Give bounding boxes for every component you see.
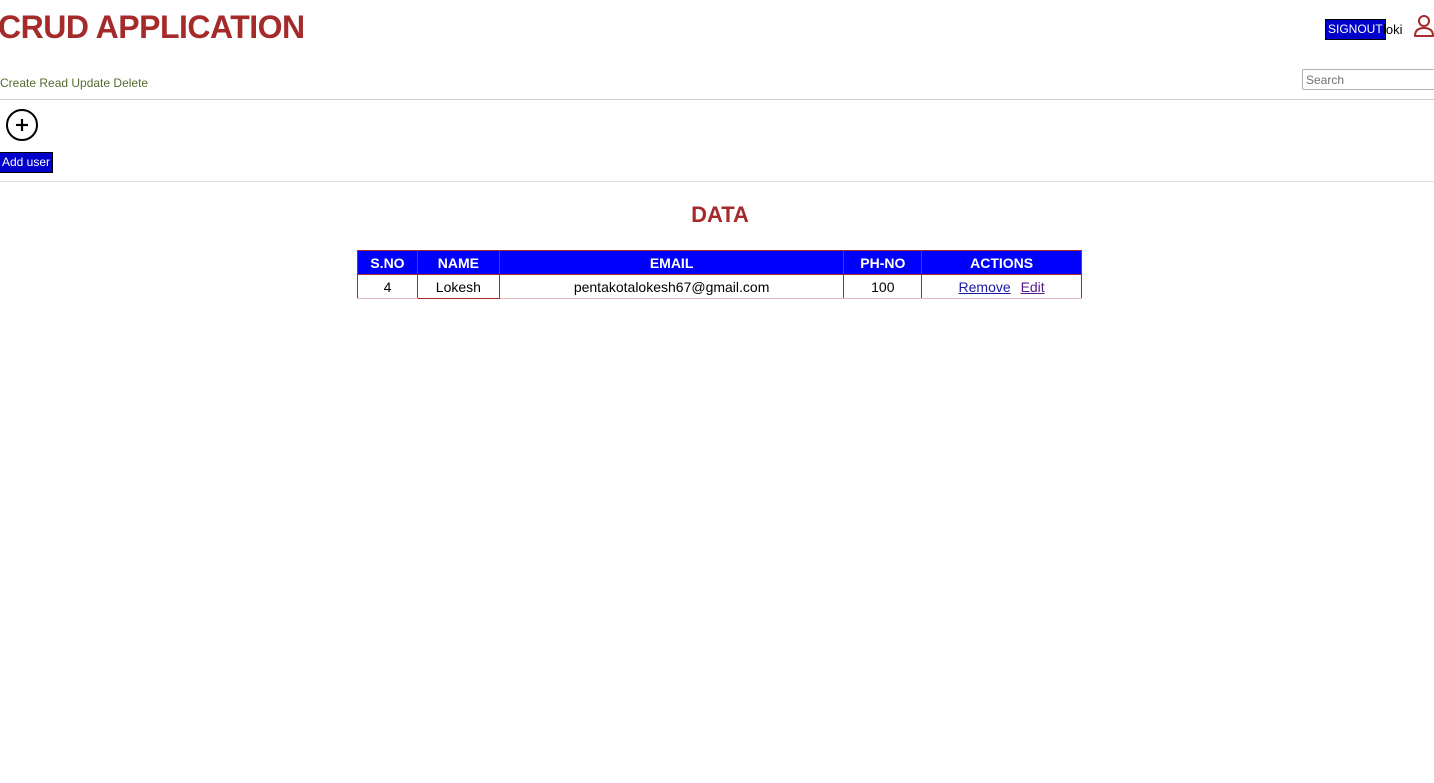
edit-link[interactable]: Edit — [1021, 279, 1045, 295]
cell-sno: 4 — [357, 274, 418, 299]
column-header-name: NAME — [416, 250, 500, 275]
username-label: loki — [1383, 22, 1403, 37]
plus-circle-icon[interactable] — [6, 109, 38, 141]
column-header-actions: ACTIONS — [921, 250, 1082, 275]
toolbar-divider — [0, 181, 1434, 182]
column-header-email: EMAIL — [498, 250, 845, 275]
users-table: S.NO NAME EMAIL PH-NO ACTIONS 4 Lokesh p… — [357, 250, 1082, 299]
table-row: 4 Lokesh pentakotalokesh67@gmail.com 100… — [357, 274, 1082, 299]
cell-email: pentakotalokesh67@gmail.com — [498, 274, 845, 299]
search-input[interactable] — [1302, 69, 1434, 90]
data-section-title: DATA — [691, 202, 749, 227]
cell-phone: 100 — [843, 274, 923, 299]
page: CRUD APPLICATION Create Read Update Dele… — [0, 0, 1434, 783]
add-user-button[interactable]: Add user — [0, 152, 54, 173]
cell-actions: Remove Edit — [921, 274, 1082, 299]
app-tagline: Create Read Update Delete — [0, 76, 149, 90]
table-header-row: S.NO NAME EMAIL PH-NO ACTIONS — [357, 250, 1082, 275]
column-header-phone: PH-NO — [843, 250, 923, 275]
cell-name: Lokesh — [416, 274, 500, 299]
column-header-sno: S.NO — [357, 250, 418, 275]
header-divider — [0, 99, 1434, 100]
user-icon[interactable] — [1413, 14, 1434, 38]
signout-button[interactable]: SIGNOUT — [1325, 19, 1386, 40]
app-title: CRUD APPLICATION — [0, 9, 305, 45]
remove-link[interactable]: Remove — [959, 279, 1011, 295]
